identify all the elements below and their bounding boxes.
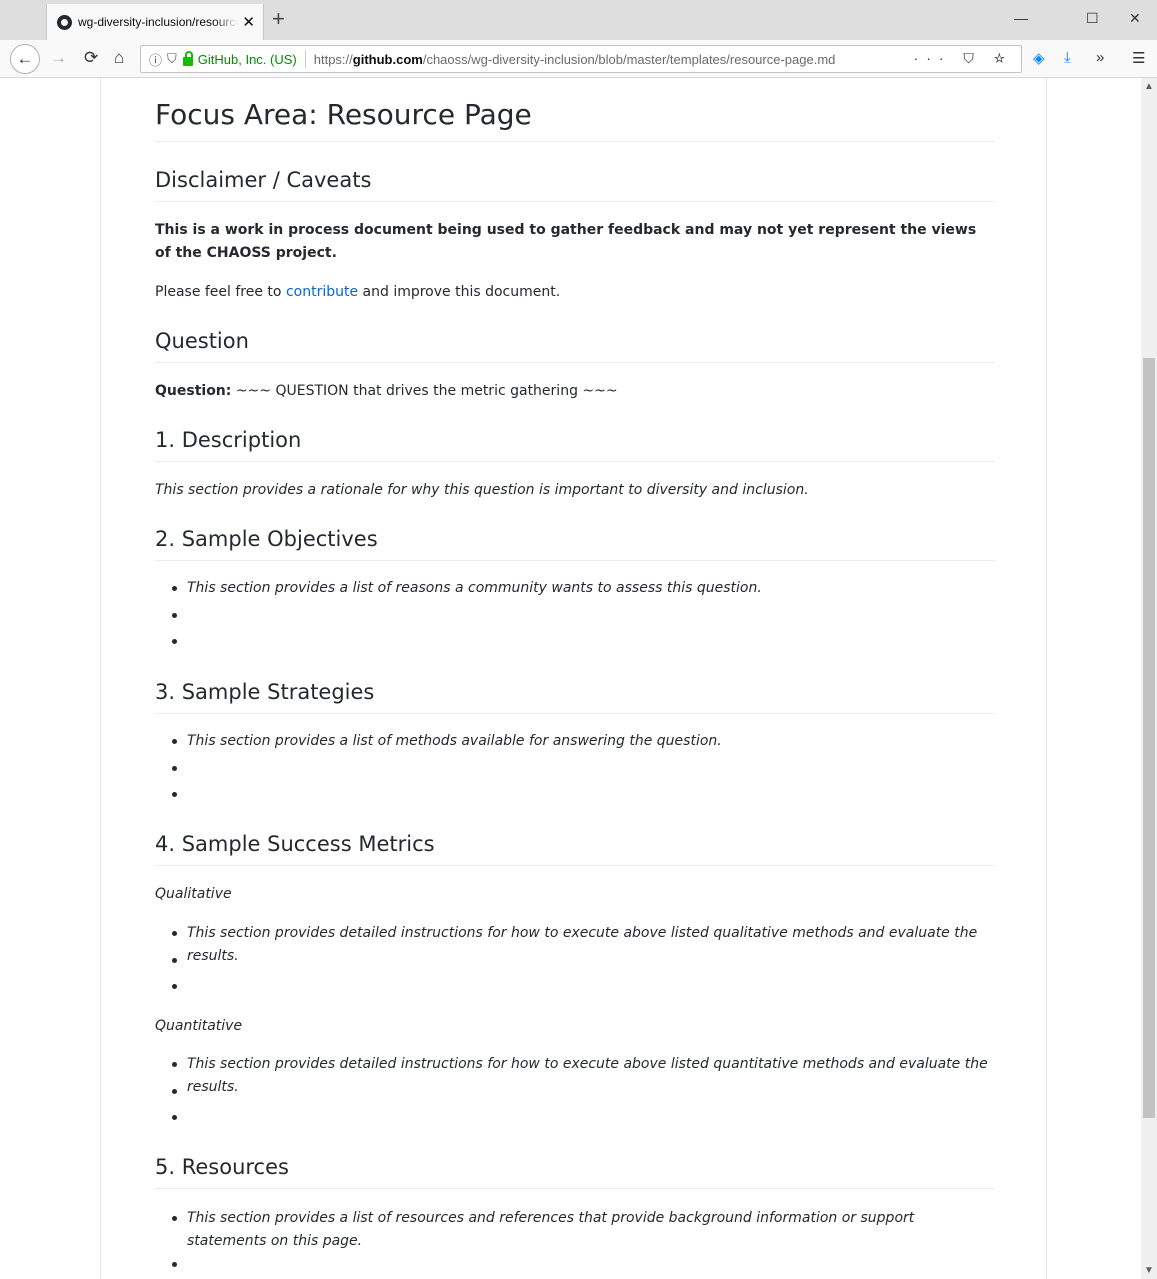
maximize-button[interactable]: ☐ bbox=[1086, 10, 1099, 27]
list-item bbox=[172, 975, 995, 1002]
url-host: github.com bbox=[352, 51, 423, 67]
tracking-shield-icon[interactable]: ⛉ bbox=[167, 51, 177, 67]
overflow-menu-icon[interactable]: » bbox=[1096, 49, 1104, 66]
contribute-paragraph: Please feel free to contribute and impro… bbox=[155, 281, 995, 304]
vertical-scrollbar[interactable]: ▲ ▼ bbox=[1141, 78, 1157, 1279]
arrow-left-icon: ← bbox=[16, 49, 34, 68]
tab-title: wg-diversity-inclusion/resource-page bbox=[78, 15, 238, 29]
new-tab-button[interactable]: + bbox=[272, 8, 285, 30]
contribute-text-after: and improve this document. bbox=[358, 284, 561, 300]
list-item bbox=[172, 1080, 995, 1107]
list-item bbox=[172, 949, 995, 976]
list-item: This section provides detailed instructi… bbox=[172, 922, 995, 964]
site-identity[interactable]: GitHub, Inc. (US) bbox=[198, 52, 297, 67]
quantitative-label: Quantitative bbox=[155, 1018, 243, 1034]
nav-toolbar: ← → ⟳ ⌂ ⓘ ⛉ GitHub, Inc. (US) https://gi… bbox=[0, 40, 1157, 78]
tab-close-icon[interactable]: ✕ bbox=[242, 13, 255, 31]
contribute-text-before: Please feel free to bbox=[155, 284, 286, 300]
page-title: Focus Area: Resource Page bbox=[155, 98, 995, 142]
contribute-link[interactable]: contribute bbox=[286, 284, 358, 300]
home-button[interactable]: ⌂ bbox=[114, 47, 124, 69]
page-viewport: Focus Area: Resource Page Disclaimer / C… bbox=[0, 78, 1141, 1279]
hamburger-menu-icon[interactable]: ☰ bbox=[1132, 49, 1145, 67]
reload-button[interactable]: ⟳ bbox=[84, 47, 98, 69]
minimize-button[interactable]: — bbox=[1014, 10, 1028, 26]
objectives-list: This section provides a list of reasons … bbox=[172, 577, 995, 657]
list-item: This section provides a list of resource… bbox=[172, 1207, 995, 1253]
forward-button[interactable]: → bbox=[50, 47, 67, 69]
github-icon bbox=[57, 14, 72, 30]
qualitative-list: This section provides detailed instructi… bbox=[172, 922, 995, 1002]
question-text: ~~~ QUESTION that drives the metric gath… bbox=[231, 383, 618, 399]
scroll-down-arrow-icon[interactable]: ▼ bbox=[1141, 1262, 1157, 1279]
list-item bbox=[172, 783, 995, 810]
list-item bbox=[172, 630, 995, 657]
url-separator bbox=[304, 50, 306, 68]
qualitative-label: Qualitative bbox=[155, 886, 232, 902]
heading-disclaimer: Disclaimer / Caveats bbox=[155, 168, 995, 202]
list-item: This section provides detailed instructi… bbox=[172, 1053, 995, 1095]
heading-question: Question bbox=[155, 329, 995, 363]
url-prefix: https:// bbox=[313, 51, 353, 67]
list-item bbox=[172, 1106, 995, 1133]
disclaimer-text: This is a work in process document being… bbox=[155, 222, 977, 261]
url-text[interactable]: https://github.com/chaoss/wg-diversity-i… bbox=[314, 52, 836, 67]
question-paragraph: Question: ~~~ QUESTION that drives the m… bbox=[155, 380, 995, 403]
content-border-right bbox=[1046, 78, 1047, 1279]
info-icon[interactable]: ⓘ bbox=[149, 50, 162, 69]
strategies-list: This section provides a list of methods … bbox=[172, 730, 995, 810]
content-border-left bbox=[100, 78, 101, 1279]
scroll-up-arrow-icon[interactable]: ▲ bbox=[1141, 78, 1157, 95]
list-item bbox=[172, 1253, 995, 1279]
back-button[interactable]: ← bbox=[10, 44, 40, 74]
tab-active[interactable]: wg-diversity-inclusion/resource-page ✕ bbox=[46, 4, 264, 40]
page-actions[interactable]: ··· ⛉ ☆ bbox=[914, 50, 1013, 67]
list-item: This section provides a list of methods … bbox=[172, 730, 995, 757]
resources-list: This section provides a list of resource… bbox=[172, 1207, 995, 1279]
download-icon[interactable]: ⤓ bbox=[1064, 49, 1071, 66]
heading-strategies: 3. Sample Strategies bbox=[155, 680, 995, 714]
heading-objectives: 2. Sample Objectives bbox=[155, 527, 995, 561]
close-window-button[interactable]: ✕ bbox=[1129, 10, 1141, 27]
list-item: This section provides a list of reasons … bbox=[172, 577, 995, 604]
description-text: This section provides a rationale for wh… bbox=[155, 482, 809, 498]
list-item bbox=[172, 757, 995, 784]
scroll-thumb[interactable] bbox=[1143, 358, 1155, 1118]
url-path: /chaoss/wg-diversity-inclusion/blob/mast… bbox=[422, 51, 836, 67]
lock-icon bbox=[182, 50, 193, 66]
question-label: Question: bbox=[155, 383, 232, 399]
title-bar: wg-diversity-inclusion/resource-page ✕ +… bbox=[0, 0, 1157, 40]
quantitative-list: This section provides detailed instructi… bbox=[172, 1053, 995, 1133]
list-item bbox=[172, 604, 995, 631]
heading-success-metrics: 4. Sample Success Metrics bbox=[155, 832, 995, 866]
heading-resources: 5. Resources bbox=[155, 1155, 995, 1189]
heading-description: 1. Description bbox=[155, 428, 995, 462]
extension-icon[interactable]: ◈ bbox=[1033, 49, 1045, 67]
url-bar[interactable]: ⓘ ⛉ GitHub, Inc. (US) https://github.com… bbox=[140, 45, 1022, 73]
